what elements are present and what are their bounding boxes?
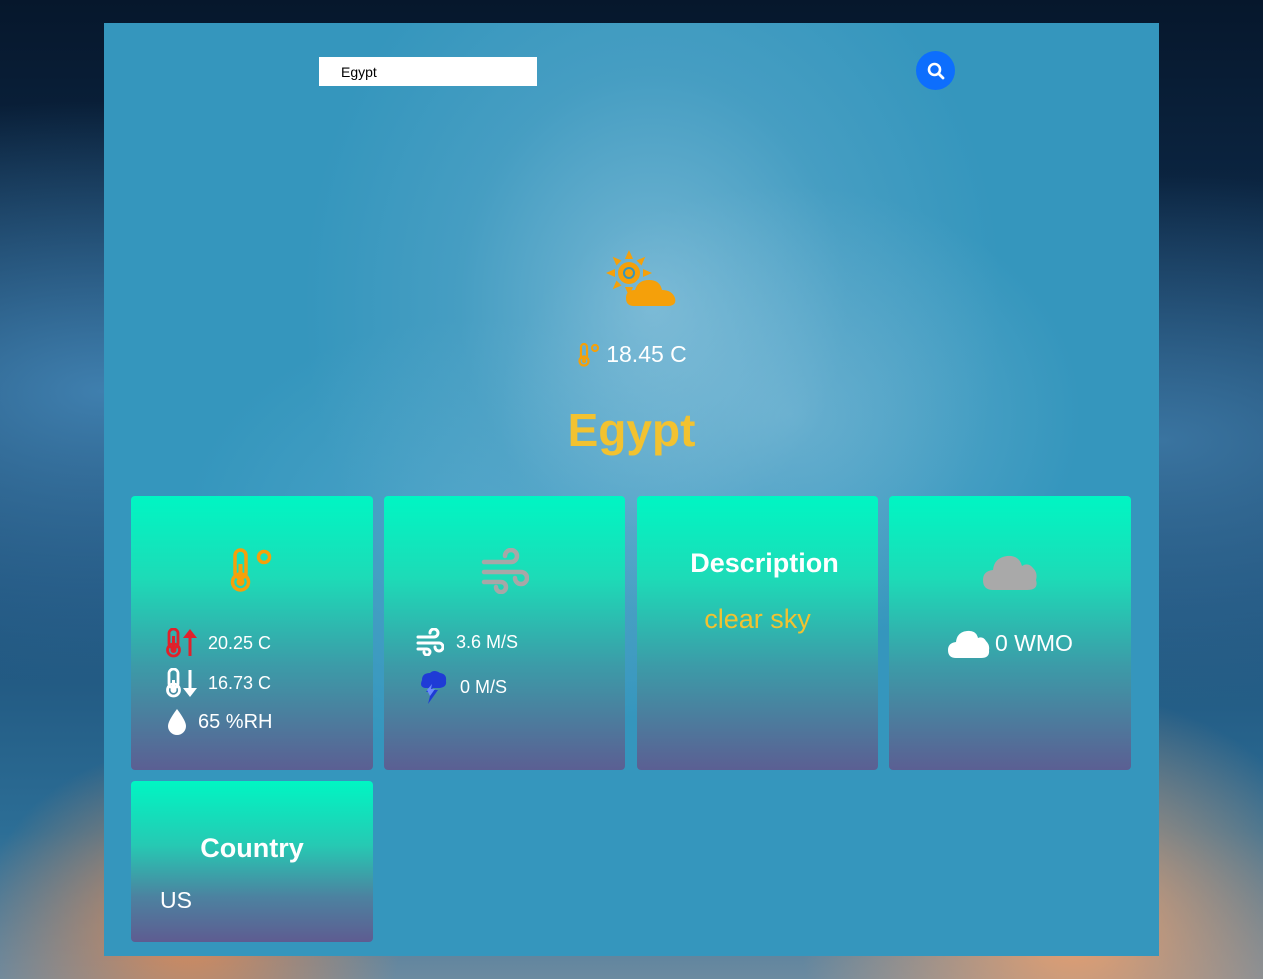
temperature-high-icon xyxy=(166,628,197,658)
droplet-icon xyxy=(168,709,186,735)
wind-gust-row: 0 M/S xyxy=(416,670,507,704)
max-temperature-row: 20.25 C xyxy=(166,628,271,658)
wind-speed-value: 3.6 M/S xyxy=(456,631,519,652)
description-value: clear sky xyxy=(704,604,811,634)
max-temperature-value: 20.25 C xyxy=(208,632,272,653)
humidity-row: 65 %RH xyxy=(166,708,272,736)
description-title: Description xyxy=(690,548,839,578)
thermometer-icon xyxy=(578,342,600,367)
wind-card: 3.6 M/S 0 M/S xyxy=(384,496,625,770)
wind-speed-row: 3.6 M/S xyxy=(416,628,518,656)
clouds-value: 0 WMO xyxy=(995,629,1073,656)
temperature-card: 20.25 C 16.73 C 65 %RH xyxy=(131,496,373,770)
cloud-icon xyxy=(948,630,990,658)
description-card: Description clear sky xyxy=(637,496,878,770)
cloud-icon xyxy=(983,555,1037,590)
clouds-card: 0 WMO xyxy=(889,496,1131,770)
search-button[interactable] xyxy=(916,51,955,90)
min-temperature-row: 16.73 C xyxy=(166,668,271,698)
min-temperature-value: 16.73 C xyxy=(208,672,272,693)
country-title: Country xyxy=(200,833,304,863)
current-temperature: 18.45 C xyxy=(104,341,1159,368)
tornado-icon xyxy=(421,671,447,704)
wind-gust-value: 0 M/S xyxy=(460,676,508,697)
country-card: Country US xyxy=(131,781,373,942)
wind-icon xyxy=(416,628,444,656)
humidity-value: 65 %RH xyxy=(198,710,273,733)
wind-icon xyxy=(481,548,529,594)
current-temperature-value: 18.45 C xyxy=(606,341,687,367)
clouds-row: 0 WMO xyxy=(947,627,1073,659)
sun-cloud-icon xyxy=(606,250,676,306)
search-input[interactable] xyxy=(319,57,537,86)
city-name: Egypt xyxy=(567,404,696,456)
thermometer-icon xyxy=(230,548,272,592)
weather-panel: 18.45 C Egypt 20.25 C xyxy=(104,23,1159,956)
search-icon xyxy=(927,62,944,79)
temperature-low-icon xyxy=(166,668,197,698)
country-value: US xyxy=(160,887,192,913)
